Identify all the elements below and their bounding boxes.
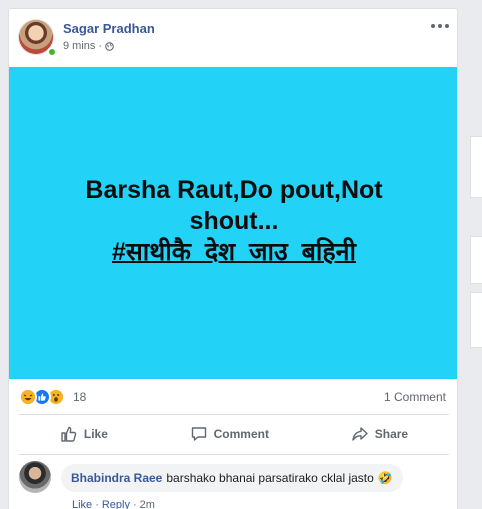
comment-item: Bhabindra Raee barshako bhanai parsatira… [19,461,449,509]
haha-reaction-icon [19,388,37,406]
comment-action-separator: · [95,499,99,509]
comment-button[interactable]: Comment [176,419,283,449]
meta-separator: · [98,40,103,52]
thumbs-up-icon [61,426,77,442]
post-image[interactable]: Barsha Raut,Do pout,Not shout... #साथीकै… [9,67,457,379]
like-label: Like [83,427,108,441]
globe-icon [105,41,114,51]
post-meta: 9 mins · [63,40,114,52]
author-name[interactable]: Sagar Pradhan [63,21,155,36]
comment-time[interactable]: 2m [140,499,155,509]
post-actions: Like Comment Share [19,415,449,453]
share-label: Share [374,427,409,441]
reaction-count[interactable]: 18 [73,390,86,404]
online-status-dot [47,47,57,57]
commenter-avatar[interactable] [19,461,51,493]
rofl-emoji-icon: 🤣 [377,471,393,485]
post-header: Sagar Pradhan 9 mins · [9,9,457,67]
comment-bubble: Bhabindra Raee barshako bhanai parsatira… [61,464,403,492]
comment-like-link[interactable]: Like [72,499,92,509]
reaction-icons[interactable] [19,388,71,406]
image-text-line1: Barsha Raut,Do pout,Not [85,176,383,204]
share-button[interactable]: Share [337,419,422,449]
right-rail-card [470,136,482,198]
image-text-line2: shout... [189,207,279,235]
right-rail-card [470,236,482,284]
image-caption: Barsha Raut,Do pout,Not shout... #साथीकै… [9,175,457,268]
comment-count[interactable]: 1 Comment [384,390,446,404]
comment-text: barshako bhanai parsatirako cklal jasto [166,471,374,485]
share-icon [352,427,368,441]
comment-label: Comment [213,427,269,441]
right-rail-card [470,292,482,348]
comment-icon [191,427,206,441]
image-hashtag: #साथीकै_देश_जाउ_बहिनी [111,238,357,266]
more-options-icon[interactable] [431,21,449,31]
reactions-bar: 18 1 Comment [9,386,457,408]
post-time[interactable]: 9 mins [63,40,95,52]
comment-actions: Like · Reply · 2m [72,499,155,509]
post-card: Sagar Pradhan 9 mins · Barsha Raut,Do po… [8,8,458,509]
comment-reply-link[interactable]: Reply [102,499,130,509]
like-button[interactable]: Like [46,419,122,449]
divider [19,454,449,455]
comment-action-separator: · [132,499,137,509]
commenter-name[interactable]: Bhabindra Raee [71,471,162,485]
